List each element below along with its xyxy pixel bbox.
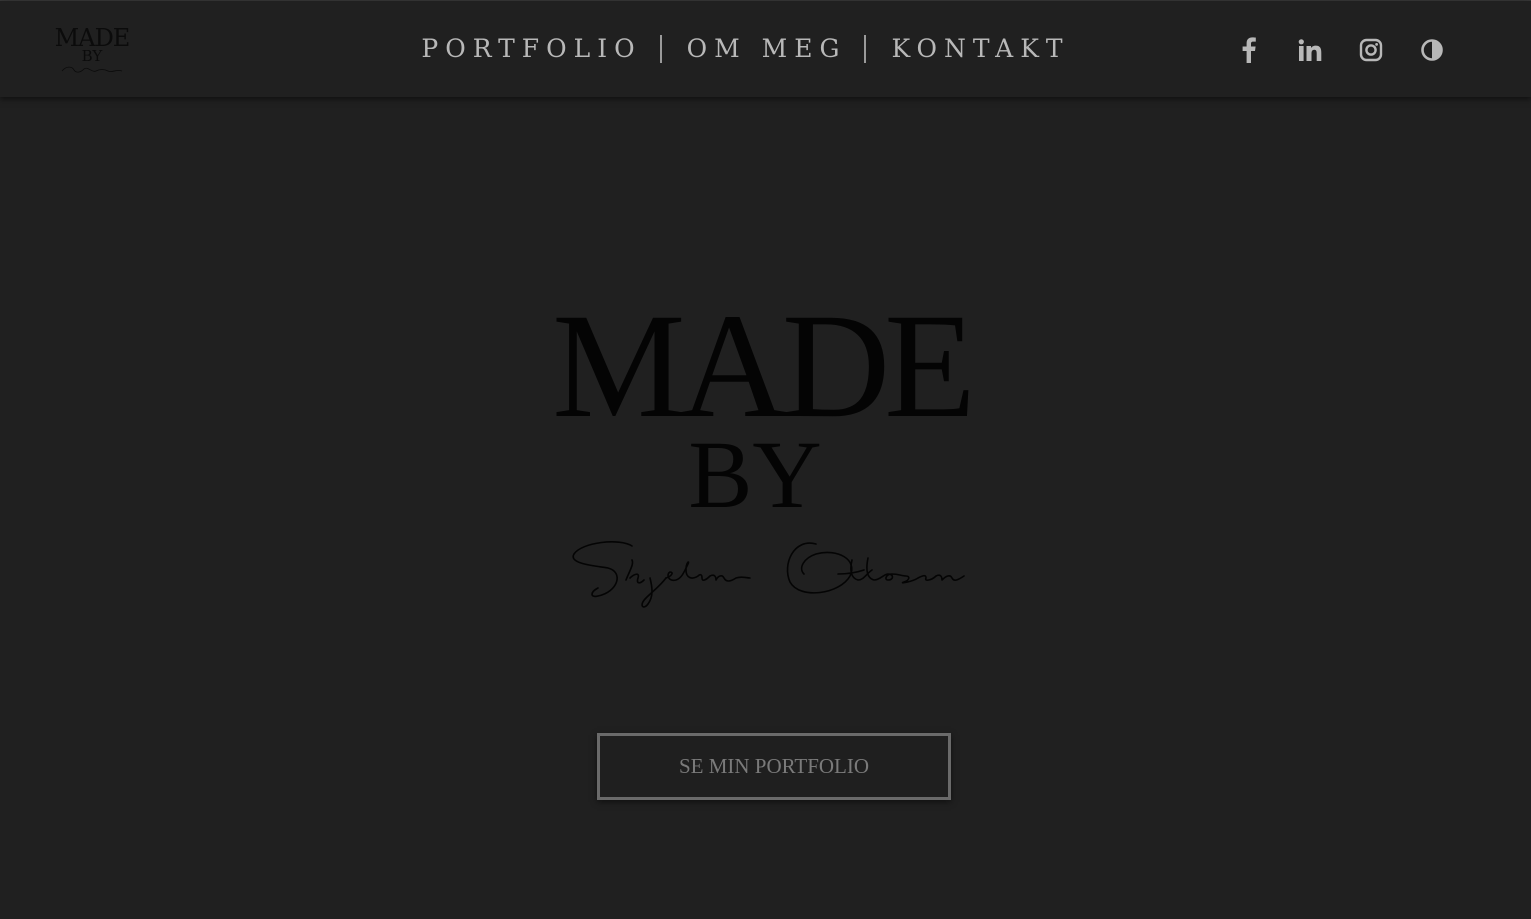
see-portfolio-button[interactable]: SE MIN PORTFOLIO	[597, 733, 951, 800]
social-links	[1232, 33, 1449, 67]
contrast-toggle-icon[interactable]	[1415, 33, 1449, 67]
facebook-icon[interactable]	[1232, 33, 1266, 67]
nav-kontakt-link[interactable]: KONTAKT	[891, 31, 1069, 67]
hero-made-text: MADE	[552, 283, 976, 449]
nav-divider	[864, 35, 867, 63]
nav-portfolio-link[interactable]: PORTFOLIO	[421, 31, 641, 67]
hero-section: MADE BY SE MIN PORTFOLIO	[0, 97, 1531, 919]
linkedin-icon[interactable]	[1293, 33, 1327, 67]
top-navigation-bar: MADE BY PORTFOLIO OM MEG KONTAKT	[0, 1, 1531, 97]
nav-divider	[659, 35, 662, 63]
hero-signature	[572, 541, 965, 608]
instagram-icon[interactable]	[1354, 33, 1388, 67]
nav-om-meg-link[interactable]: OM MEG	[687, 31, 847, 67]
page: MADE BY PORTFOLIO OM MEG KONTAKT MADE BY…	[0, 0, 1531, 919]
hero-logo: MADE BY	[510, 291, 1020, 622]
